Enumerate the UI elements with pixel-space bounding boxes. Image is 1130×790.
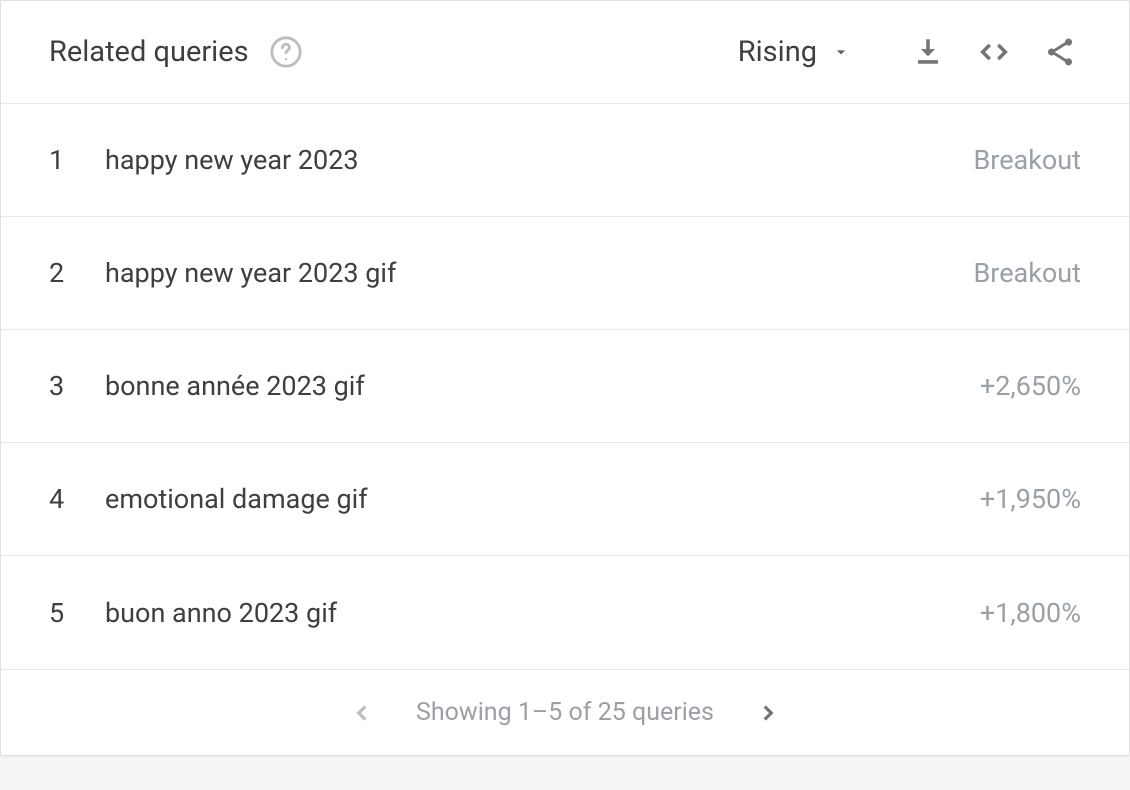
chevron-right-icon — [755, 700, 781, 726]
list-item-rank: 2 — [49, 257, 105, 289]
card-header: Related queries Rising — [1, 1, 1129, 104]
list-item-rank: 5 — [49, 597, 105, 629]
next-page-button[interactable] — [750, 695, 786, 731]
chevron-down-icon — [831, 42, 851, 62]
list-item-query: emotional damage gif — [105, 483, 980, 515]
download-button[interactable] — [903, 27, 953, 77]
list-item[interactable]: 2 happy new year 2023 gif Breakout — [1, 217, 1129, 330]
share-button[interactable] — [1035, 27, 1085, 77]
list-item-value: Breakout — [973, 257, 1081, 289]
share-icon — [1043, 35, 1077, 69]
list-item-query: happy new year 2023 gif — [105, 257, 973, 289]
list-item[interactable]: 1 happy new year 2023 Breakout — [1, 104, 1129, 217]
list-item[interactable]: 4 emotional damage gif +1,950% — [1, 443, 1129, 556]
list-item-value: +2,650% — [980, 370, 1081, 402]
download-icon — [911, 35, 945, 69]
prev-page-button[interactable] — [344, 695, 380, 731]
embed-button[interactable] — [969, 27, 1019, 77]
sort-dropdown-label: Rising — [738, 35, 817, 69]
list-item-rank: 3 — [49, 370, 105, 402]
list-item-value: +1,800% — [980, 597, 1081, 629]
list-item-query: bonne année 2023 gif — [105, 370, 980, 402]
pagination-footer: Showing 1–5 of 25 queries — [1, 669, 1129, 755]
sort-dropdown[interactable]: Rising — [738, 35, 851, 69]
list-item-query: happy new year 2023 — [105, 144, 973, 176]
list-item-query: buon anno 2023 gif — [105, 597, 980, 629]
pagination-label: Showing 1–5 of 25 queries — [416, 698, 714, 727]
query-list: 1 happy new year 2023 Breakout 2 happy n… — [1, 104, 1129, 669]
list-item-rank: 1 — [49, 144, 105, 176]
card-title: Related queries — [49, 35, 249, 69]
list-item-value: +1,950% — [980, 483, 1081, 515]
chevron-left-icon — [349, 700, 375, 726]
list-item[interactable]: 3 bonne année 2023 gif +2,650% — [1, 330, 1129, 443]
list-item-value: Breakout — [973, 144, 1081, 176]
related-queries-card: Related queries Rising — [0, 0, 1130, 756]
list-item[interactable]: 5 buon anno 2023 gif +1,800% — [1, 556, 1129, 669]
list-item-rank: 4 — [49, 483, 105, 515]
help-icon[interactable] — [269, 35, 303, 69]
code-icon — [977, 35, 1011, 69]
